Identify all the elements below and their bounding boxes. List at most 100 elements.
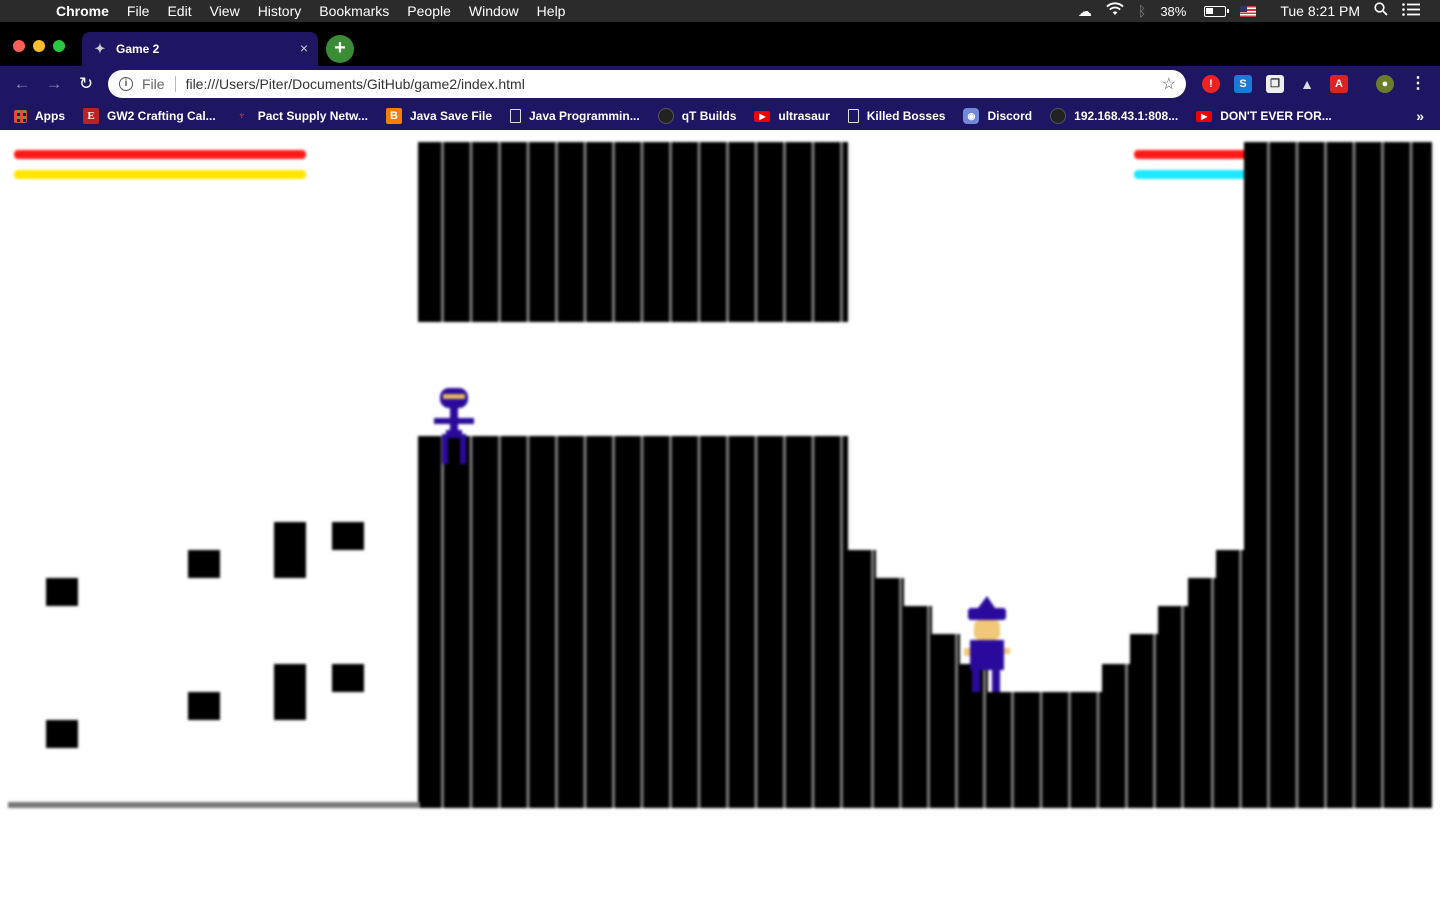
player1-energy-bar (14, 170, 306, 179)
bookmark-pact-supply[interactable]: ♆ Pact Supply Netw... (234, 108, 368, 124)
ground-line (8, 802, 420, 808)
cloud-icon[interactable]: ☁ (1078, 0, 1092, 22)
discord-icon: ◉ (963, 108, 980, 124)
game-canvas[interactable] (0, 134, 1440, 900)
ninja-player-sprite (434, 388, 474, 464)
valley-step-block (876, 578, 904, 808)
page-icon (510, 109, 521, 123)
bluetooth-icon[interactable]: ᛒ (1138, 0, 1146, 22)
omnibox-separator (174, 76, 176, 92)
valley-step-block (932, 634, 960, 808)
macos-menu-bar: Chrome File Edit View History Bookmarks … (0, 0, 1440, 22)
url-text[interactable]: file:///Users/Piter/Documents/GitHub/gam… (186, 76, 525, 92)
window-zoom-button[interactable] (53, 40, 65, 52)
extension-tabs-icon[interactable]: ❐ (1266, 75, 1284, 93)
bookmark-dont-ever-for[interactable]: ▶ DON'T EVER FOR... (1196, 109, 1332, 123)
blogger-icon: B (385, 108, 402, 124)
bookmark-java-save-file[interactable]: B Java Save File (385, 108, 492, 124)
bookmarks-overflow-chevron-icon[interactable]: » (1416, 108, 1424, 124)
globe-icon (1050, 108, 1067, 124)
floating-block (274, 664, 306, 720)
extension-acrobat-icon[interactable]: A (1330, 75, 1348, 93)
floating-block (188, 550, 220, 578)
floating-block (274, 522, 306, 578)
page-icon (847, 109, 859, 123)
globe-icon (657, 108, 674, 124)
bookmark-label: Killed Bosses (866, 109, 946, 123)
window-minimize-button[interactable] (33, 40, 45, 52)
bookmark-label: Pact Supply Netw... (257, 109, 368, 123)
menu-people[interactable]: People (398, 3, 460, 19)
right-tower-block (1244, 142, 1432, 808)
menu-file[interactable]: File (118, 3, 159, 19)
valley-step-block (848, 550, 876, 808)
chrome-menu-icon[interactable]: ⋮ (1410, 73, 1426, 93)
extension-adblock-icon[interactable]: ! (1202, 75, 1220, 93)
valley-step-block (1158, 606, 1188, 808)
menu-edit[interactable]: Edit (158, 3, 200, 19)
floating-block (188, 692, 220, 720)
bookmark-java-programming[interactable]: Java Programmin... (510, 109, 640, 123)
back-arrow-icon[interactable]: ← (10, 72, 34, 96)
bookmark-qt-builds[interactable]: qT Builds (657, 108, 737, 124)
menu-app-name[interactable]: Chrome (56, 3, 118, 19)
ceiling-pillar-block (418, 142, 848, 322)
tab-game-2[interactable]: ✦ Game 2 × (82, 32, 318, 66)
bookmark-label: DON'T EVER FOR... (1220, 109, 1332, 123)
valley-step-block (1102, 664, 1130, 808)
new-tab-button[interactable]: + (326, 35, 354, 63)
notification-center-icon[interactable] (1402, 0, 1420, 22)
forward-arrow-icon[interactable]: → (42, 72, 66, 96)
reload-icon[interactable]: ↻ (74, 72, 98, 96)
bookmark-label: Java Programmin... (529, 109, 640, 123)
bookmark-label: qT Builds (681, 109, 737, 123)
extension-s-icon[interactable]: S (1234, 75, 1252, 93)
bookmark-gw2-crafting[interactable]: E GW2 Crafting Cal... (83, 108, 216, 124)
valley-step-block (1188, 578, 1216, 808)
valley-step-block (904, 606, 932, 808)
central-plateau-block (418, 436, 848, 808)
wizard-enemy-sprite (964, 596, 1010, 692)
window-close-button[interactable] (13, 40, 25, 52)
site-info-icon[interactable]: i (119, 77, 133, 91)
youtube-icon: ▶ (754, 110, 771, 122)
address-bar[interactable]: i File file:///Users/Piter/Documents/Git… (108, 70, 1186, 98)
bookmark-local-ip[interactable]: 192.168.43.1:808... (1050, 108, 1178, 124)
gw2-icon: E (83, 108, 99, 124)
menu-bookmarks[interactable]: Bookmarks (310, 3, 398, 19)
menu-clock[interactable]: Tue 8:21 PM (1280, 3, 1360, 19)
profile-avatar[interactable]: ● (1376, 75, 1394, 93)
menu-history[interactable]: History (249, 3, 311, 19)
valley-step-block (1130, 634, 1158, 808)
tab-strip: ✦ Game 2 × + (0, 22, 1440, 66)
floating-block (332, 664, 364, 692)
bookmark-label: GW2 Crafting Cal... (107, 109, 216, 123)
menu-help[interactable]: Help (528, 3, 575, 19)
battery-icon[interactable] (1204, 5, 1230, 17)
bookmark-killed-bosses[interactable]: Killed Bosses (847, 109, 946, 123)
bookmark-discord[interactable]: ◉ Discord (963, 108, 1032, 124)
floating-block (332, 522, 364, 550)
menu-view[interactable]: View (201, 3, 249, 19)
bookmark-star-icon[interactable]: ☆ (1162, 74, 1176, 94)
valley-step-block (1216, 550, 1244, 808)
floating-block (46, 578, 78, 606)
input-source-flag-icon[interactable] (1240, 5, 1257, 17)
youtube-icon: ▶ (1196, 110, 1213, 122)
bookmarks-bar: Apps E GW2 Crafting Cal... ♆ Pact Supply… (0, 102, 1440, 130)
bookmark-label: Java Save File (409, 109, 492, 123)
wifi-icon[interactable] (1106, 0, 1124, 22)
extension-drive-icon[interactable]: ▲ (1298, 75, 1316, 93)
bookmark-label: Apps (35, 109, 65, 123)
tab-favicon-icon: ✦ (94, 41, 106, 56)
valley-floor-block (988, 692, 1102, 808)
bookmark-ultrasaur[interactable]: ▶ ultrasaur (754, 109, 830, 123)
menu-window[interactable]: Window (460, 3, 528, 19)
tab-close-icon[interactable]: × (300, 40, 308, 56)
battery-percent[interactable]: 38% (1160, 4, 1186, 19)
spotlight-search-icon[interactable] (1374, 0, 1388, 22)
tab-title: Game 2 (116, 42, 160, 56)
bookmark-label: ultrasaur (778, 109, 830, 123)
bookmark-apps[interactable]: Apps (14, 109, 65, 123)
scheme-label: File (142, 76, 165, 92)
